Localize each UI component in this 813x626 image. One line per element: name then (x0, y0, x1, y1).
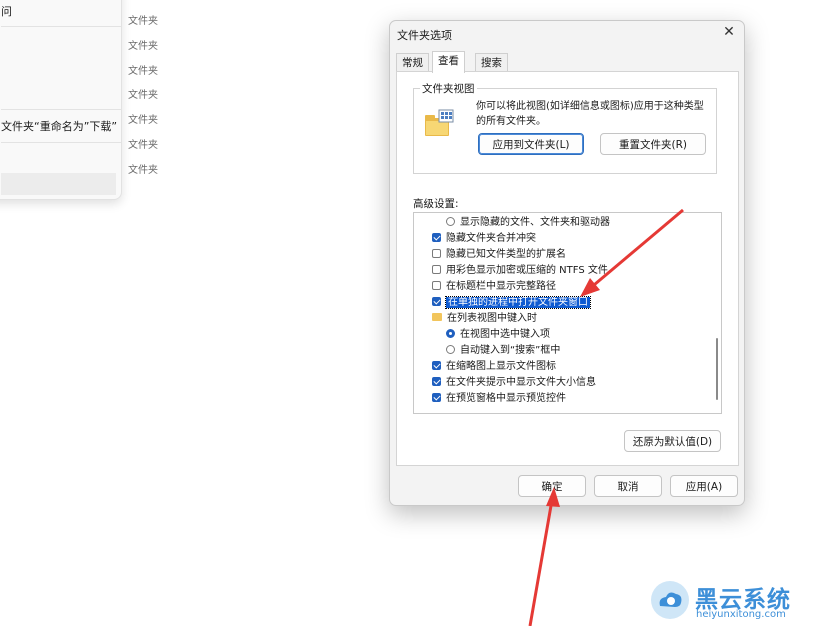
arrow-to-option (580, 208, 684, 297)
cloud-logo-icon (651, 581, 689, 619)
watermark-url: heiyunxitong.com (696, 609, 786, 620)
arrow-to-ok-button (528, 487, 560, 626)
annotation-arrows (528, 208, 684, 626)
tab-view[interactable]: 查看 (432, 51, 465, 73)
